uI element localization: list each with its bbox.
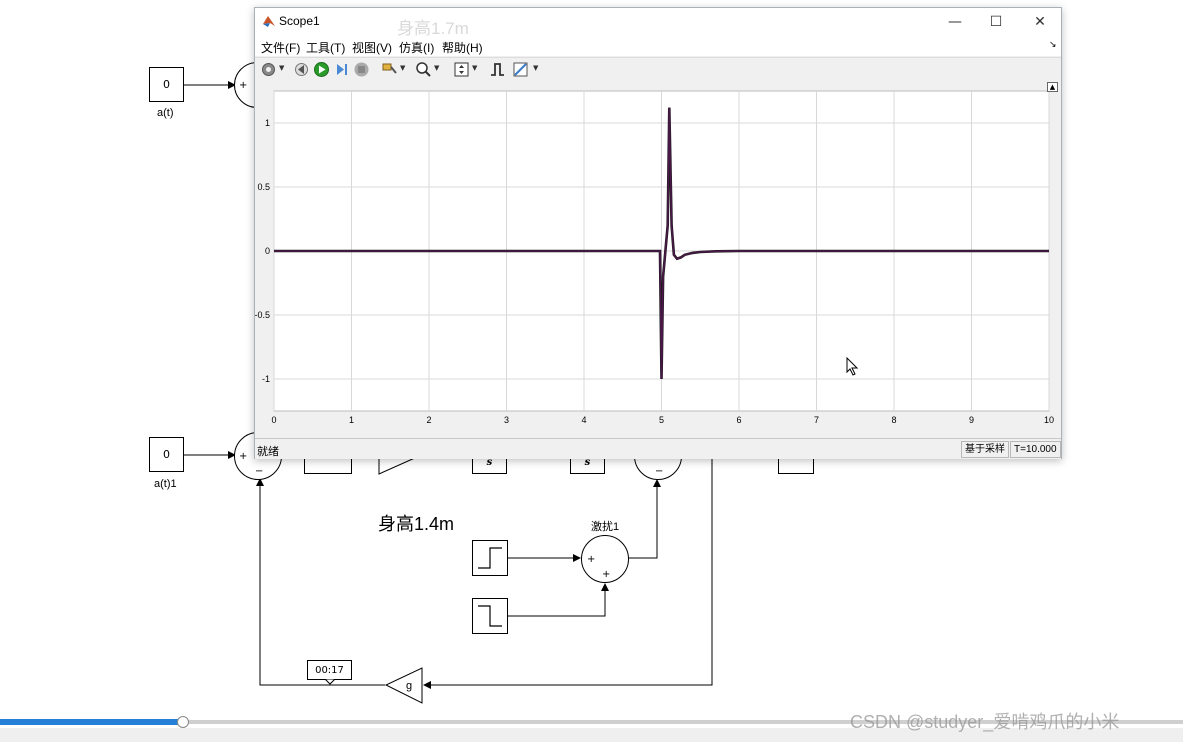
constant-block-top[interactable]: 0 [149,67,184,102]
sum-top-plus: + [239,80,248,91]
step-back-icon[interactable] [293,61,310,78]
sum-bottom-plus: + [239,451,248,462]
close-button[interactable]: ✕ [1025,12,1055,32]
fit-to-view-icon[interactable] [453,61,470,78]
scope-toolbar: ▼ ▼ ▼ ▼ ▼ [255,57,1061,83]
step-up-icon [478,547,502,569]
timestamp-tooltip: 00:17 [307,660,352,680]
scope-plot[interactable]: 0 1 2 3 4 5 6 7 8 9 10 1 0.5 0 -0.5 -1 [254,82,1061,436]
scope-window[interactable]: Scope1 身高1.7m — ☐ ✕ 文件(F) 工具(T) 视图(V) 仿真… [254,7,1062,459]
undock-arrow-icon[interactable]: ↘ [1049,40,1057,50]
step-down-icon [478,605,502,627]
settings-gear-icon[interactable] [260,61,277,78]
scope-plot-area[interactable]: 0 1 2 3 4 5 6 7 8 9 10 1 0.5 0 -0.5 -1 ▲ [254,82,1061,436]
sum-bottom-minus: − [255,466,264,477]
status-ready: 就绪 [257,446,279,458]
x-tick-label: 2 [426,415,431,425]
step-down-block[interactable] [472,598,508,634]
y-tick-label: 1 [265,118,270,128]
step-forward-icon[interactable] [333,61,350,78]
progress-handle[interactable] [177,716,190,728]
gain-label: g [406,680,413,692]
stop-icon[interactable] [353,61,370,78]
scope-menubar: 文件(F) 工具(T) 视图(V) 仿真(I) 帮助(H) ↘ [255,36,1061,56]
triggers-icon[interactable] [489,61,506,78]
constant-top-value: 0 [163,78,170,91]
x-tick-label: 10 [1044,415,1054,425]
disturbance-label: 激扰1 [591,521,620,533]
scope-statusbar: 就绪 基于采样 T=10.000 [255,438,1061,459]
mouse-cursor-icon [846,357,859,376]
progress-fill [0,719,184,725]
menu-view[interactable]: 视图(V) [352,39,392,56]
constant-block-bottom[interactable]: 0 [149,437,184,472]
gain-block-g[interactable] [384,667,424,705]
x-tick-label: 6 [736,415,741,425]
y-tick-label: 0 [265,246,270,256]
step-up-block[interactable] [472,540,508,576]
y-tick-label: -1 [262,374,270,384]
zoom-dropdown-icon[interactable]: ▼ [434,64,439,72]
matlab-logo-icon [263,16,275,27]
tooltip-pointer [325,679,335,685]
height-label: 身高1.4m [378,514,455,534]
x-tick-label: 1 [349,415,354,425]
y-tick-label: 0.5 [257,182,270,192]
constant-bottom-label: a(t)1 [154,478,177,490]
status-sample-based: 基于采样 [961,441,1009,458]
minimize-button[interactable]: — [940,12,970,32]
measure-dropdown-icon[interactable]: ▼ [533,64,538,72]
menu-file[interactable]: 文件(F) [261,39,300,56]
constant-bottom-value: 0 [163,448,170,461]
sum-right-minus: − [655,466,664,477]
constant-top-label: a(t) [157,107,174,119]
sum-block-disturbance[interactable]: + + [581,535,629,583]
x-tick-label: 7 [814,415,819,425]
fit-dropdown-icon[interactable]: ▼ [472,64,477,72]
x-tick-label: 9 [969,415,974,425]
cursor-measure-icon[interactable] [512,61,529,78]
run-icon[interactable] [313,61,330,78]
highlight-dropdown-icon[interactable]: ▼ [400,64,405,72]
highlight-block-icon[interactable] [381,61,398,78]
watermark: CSDN @studyer_爱啃鸡爪的小米 [850,712,1120,732]
x-tick-label: 5 [659,415,664,425]
zoom-icon[interactable] [415,61,432,78]
x-tick-label: 4 [581,415,586,425]
menu-simulation[interactable]: 仿真(I) [399,39,434,56]
menu-help[interactable]: 帮助(H) [442,39,483,56]
sum-disturb-plus-1: + [587,554,596,565]
menu-tools[interactable]: 工具(T) [306,39,345,56]
scope-titlebar[interactable]: Scope1 身高1.7m — ☐ ✕ [255,8,1061,38]
scope-title: Scope1 [279,14,320,28]
y-tick-label: -0.5 [255,310,270,320]
x-tick-label: 3 [504,415,509,425]
status-time: T=10.000 [1010,441,1061,458]
x-tick-label: 0 [271,415,276,425]
maximize-button[interactable]: ☐ [981,12,1011,32]
expand-toolstrip-icon[interactable]: ▲ [1047,82,1058,92]
settings-dropdown-icon[interactable]: ▼ [279,64,284,72]
sum-disturb-plus-2: + [602,569,611,580]
x-tick-label: 8 [891,415,896,425]
